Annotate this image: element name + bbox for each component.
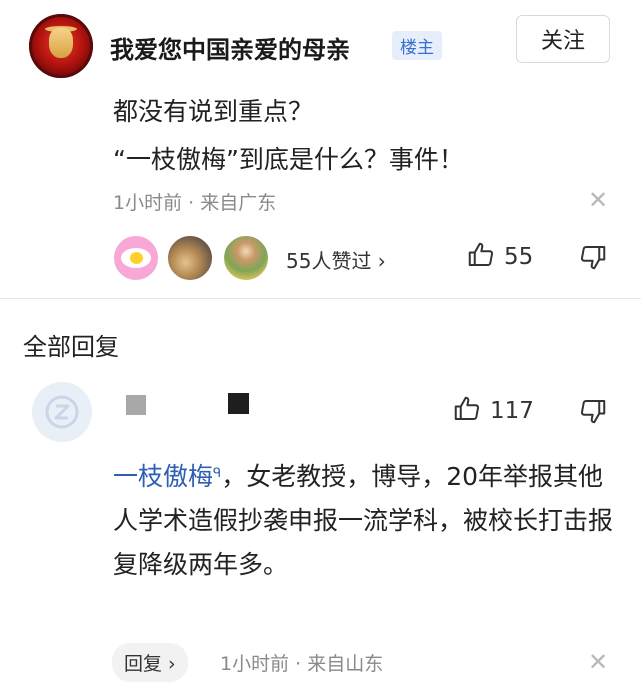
close-icon[interactable]: ✕ — [588, 188, 608, 212]
author-avatar[interactable] — [29, 14, 93, 78]
search-icon: ᑫ — [213, 466, 222, 481]
reply-time-location: 1小时前 · 来自山东 — [220, 653, 384, 675]
likes-summary-link[interactable]: 55人赞过 › — [286, 245, 386, 274]
author-username[interactable]: 我爱您中国亲爱的母亲 — [110, 30, 350, 65]
owner-badge: 楼主 — [392, 31, 442, 60]
thumbs-down-icon[interactable] — [578, 396, 608, 430]
default-avatar-icon — [45, 395, 79, 429]
reply-text: 一枝傲梅ᑫ，女老教授，博导，20年举报其他人学术造假抄袭申报一流学科，被校长打击… — [113, 462, 614, 579]
thumbs-up-icon — [452, 394, 482, 428]
thumbs-up-icon — [466, 240, 496, 274]
user-mention-link[interactable]: 一枝傲梅ᑫ — [113, 462, 221, 491]
replier-avatar[interactable] — [32, 382, 92, 442]
reply-like-button[interactable]: 117 — [452, 394, 534, 428]
all-replies-heading: 全部回复 — [23, 333, 119, 361]
comment-time-location: 1小时前 · 来自广东 — [113, 192, 277, 214]
redacted-username-block — [228, 393, 249, 414]
close-icon[interactable]: ✕ — [588, 650, 608, 674]
comment-like-count: 55 — [504, 244, 534, 270]
comment-like-button[interactable]: 55 — [466, 240, 533, 274]
thumbs-down-icon[interactable] — [578, 242, 608, 276]
liker-avatar[interactable] — [112, 234, 160, 282]
reply-like-count: 117 — [490, 398, 534, 424]
comment-text-line-1: 都没有说到重点？ — [113, 97, 314, 126]
reply-button[interactable]: 回复 › — [112, 643, 188, 682]
liker-avatar[interactable] — [222, 234, 270, 282]
section-divider — [0, 298, 641, 299]
comment-text-line-2: “一枝傲梅”到底是什么？事件！ — [113, 145, 464, 174]
redacted-username-block — [126, 395, 146, 415]
follow-button[interactable]: 关注 — [516, 15, 610, 63]
liker-avatar[interactable] — [166, 234, 214, 282]
